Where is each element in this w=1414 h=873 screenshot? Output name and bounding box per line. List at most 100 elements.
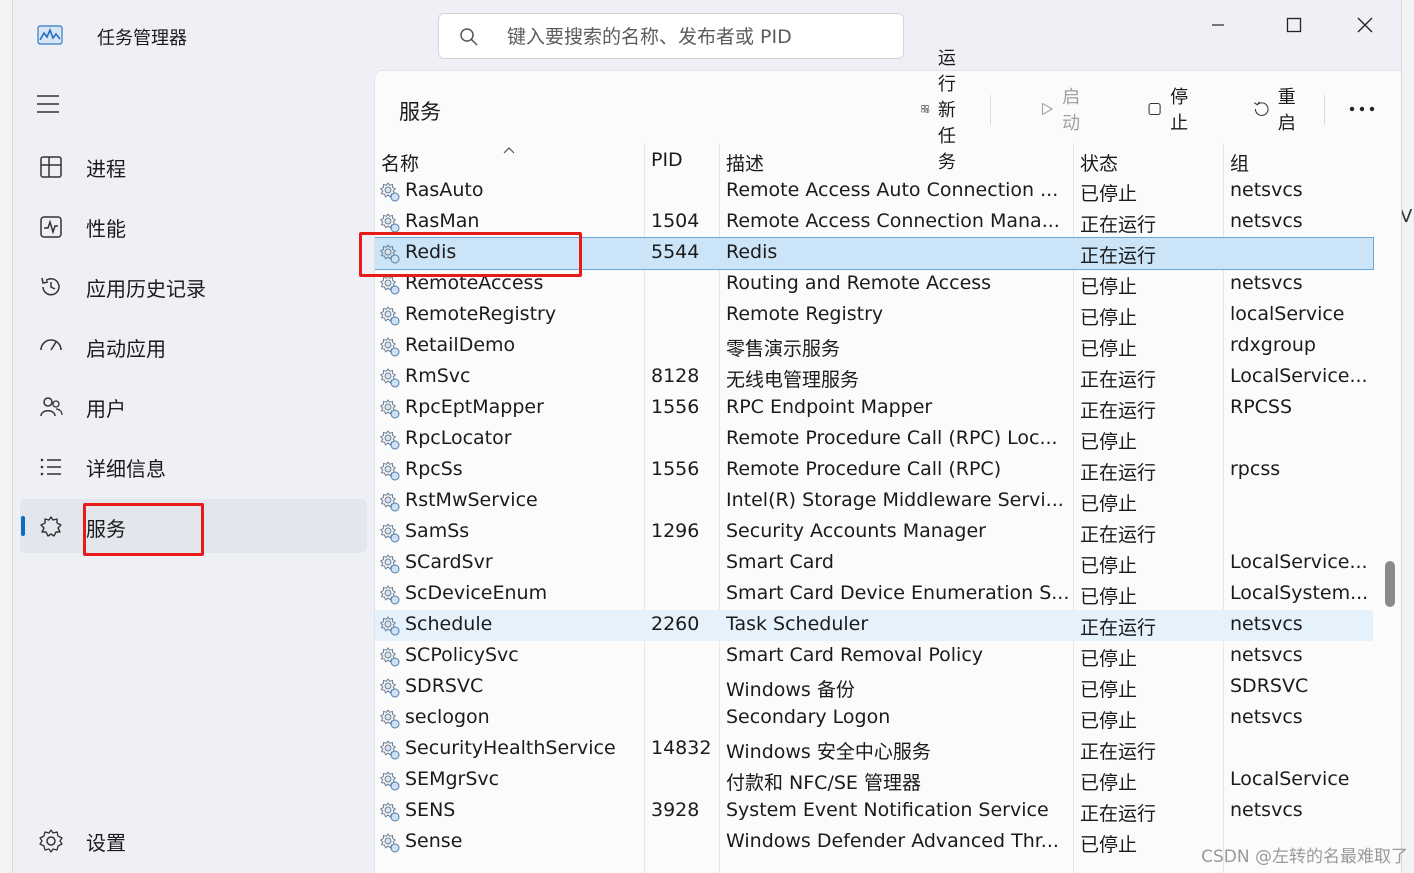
service-pid: 1296 [651, 520, 700, 542]
annotation-box-services [83, 503, 204, 556]
table-row[interactable]: RetailDemo 零售演示服务 已停止 rdxgroup [375, 331, 1373, 362]
service-group: netsvcs [1230, 613, 1303, 635]
service-name: SENS [405, 799, 456, 821]
gear-icon [39, 829, 63, 853]
service-description: 无线电管理服务 [726, 369, 860, 391]
search-input[interactable] [505, 22, 889, 52]
service-status: 正在运行 [1080, 617, 1157, 639]
sidebar-item-label: 启动应用 [86, 337, 166, 361]
stop-button[interactable]: 停止 [1147, 83, 1195, 135]
column-header-description[interactable]: 描述 [726, 149, 764, 176]
table-row[interactable]: SCardSvr Smart Card 已停止 LocalService... [375, 548, 1373, 579]
vertical-scrollbar-thumb[interactable] [1385, 561, 1395, 607]
sidebar-item-processes[interactable]: 进程 [20, 139, 367, 193]
table-row[interactable]: seclogon Secondary Logon 已停止 netsvcs [375, 703, 1373, 734]
service-name: RpcEptMapper [405, 396, 544, 418]
table-row[interactable]: RemoteRegistry Remote Registry 已停止 localSer… [375, 300, 1373, 331]
restart-icon [1254, 101, 1269, 116]
service-description: RPC Endpoint Mapper [726, 396, 933, 418]
service-status: 已停止 [1080, 307, 1138, 329]
service-pid: 1556 [651, 396, 700, 418]
service-name: RpcLocator [405, 427, 512, 449]
service-status: 已停止 [1080, 555, 1138, 577]
service-group: netsvcs [1230, 706, 1303, 728]
search-box[interactable] [438, 13, 904, 59]
service-gear-icon [379, 430, 400, 450]
sidebar-item-settings[interactable]: 设置 [20, 813, 367, 867]
restart-button[interactable]: 重启 [1253, 83, 1303, 135]
table-row[interactable]: SCPolicySvc Smart Card Removal Policy 已停止 n… [375, 641, 1373, 672]
service-status: 已停止 [1080, 431, 1138, 453]
hamburger-menu-icon[interactable] [35, 92, 63, 116]
page-title: 服务 [399, 100, 441, 124]
sidebar-item-startup-apps[interactable]: 启动应用 [20, 319, 367, 373]
task-manager-app-icon [37, 25, 63, 45]
table-row[interactable]: Schedule 2260 Task Scheduler 正在运行 netsvcs [375, 610, 1373, 641]
service-gear-icon [379, 182, 400, 202]
run-new-task-icon [921, 105, 930, 113]
column-header-group[interactable]: 组 [1230, 149, 1249, 176]
table-row[interactable]: SENS 3928 System Event Notification Servic… [375, 796, 1373, 827]
details-icon [40, 458, 61, 476]
sidebar-item-performance[interactable]: 性能 [20, 199, 367, 253]
table-row[interactable]: SDRSVC Windows 备份 已停止 SDRSVC [375, 672, 1373, 703]
service-status: 已停止 [1080, 772, 1138, 794]
title-bar: 任务管理器 [13, 0, 1401, 70]
service-name: ScDeviceEnum [405, 582, 548, 604]
run-new-task-button[interactable]: 运行新任务 [921, 48, 971, 173]
column-header-name[interactable]: 名称 [381, 149, 419, 176]
service-status: 正在运行 [1080, 741, 1157, 763]
service-status: 已停止 [1080, 648, 1138, 670]
table-row[interactable]: RstMwService Intel(R) Storage Middleware … [375, 486, 1373, 517]
service-group: rdxgroup [1230, 334, 1316, 356]
table-row[interactable]: SecurityHealthService 14832 Windows 安全中心服务… [375, 734, 1373, 765]
sidebar-item-app-history[interactable]: 应用历史记录 [20, 259, 367, 313]
minimize-button[interactable] [1195, 10, 1241, 40]
service-description: Smart Card Device Enumeration S... [726, 582, 1070, 604]
service-group: LocalSystem... [1230, 582, 1369, 604]
maximize-button[interactable] [1271, 10, 1317, 40]
table-row[interactable]: SamSs 1296 Security Accounts Manager 正在运行 [375, 517, 1373, 548]
service-name: Sense [405, 830, 463, 852]
table-row[interactable]: RpcLocator Remote Procedure Call (RPC) Lo… [375, 424, 1373, 455]
service-gear-icon [379, 709, 400, 729]
sidebar-item-users[interactable]: 用户 [20, 379, 367, 433]
table-row[interactable]: RpcEptMapper 1556 RPC Endpoint Mapper 正在运行 R… [375, 393, 1373, 424]
service-name: RstMwService [405, 489, 538, 511]
more-options-button[interactable] [1349, 83, 1375, 135]
stop-label: 停止 [1170, 87, 1189, 134]
column-header-pid[interactable]: PID [651, 149, 683, 171]
close-button[interactable] [1342, 10, 1388, 40]
start-button[interactable]: 启动 [1039, 83, 1087, 135]
service-gear-icon [379, 523, 400, 543]
service-status: 正在运行 [1080, 803, 1157, 825]
table-row[interactable]: ScDeviceEnum Smart Card Device Enumeratio… [375, 579, 1373, 610]
service-status: 已停止 [1080, 834, 1138, 856]
service-group: localService [1230, 303, 1345, 325]
service-pid: 14832 [651, 737, 712, 759]
service-group: netsvcs [1230, 272, 1303, 294]
table-row[interactable]: RmSvc 8128 无线电管理服务 正在运行 LocalService... [375, 362, 1373, 393]
users-icon [40, 397, 63, 417]
service-status: 正在运行 [1080, 369, 1157, 391]
service-description: Windows 备份 [726, 679, 855, 701]
window-title: 任务管理器 [97, 28, 187, 49]
sort-ascending-icon [503, 147, 515, 154]
table-row[interactable]: RpcSs 1556 Remote Procedure Call (RPC) 正在运行… [375, 455, 1373, 486]
service-group: rpcss [1230, 458, 1281, 480]
service-description: Smart Card Removal Policy [726, 644, 984, 666]
watermark: CSDN @左转的名最难取了 [1201, 847, 1408, 867]
sidebar-item-details[interactable]: 详细信息 [20, 439, 367, 493]
column-header-status[interactable]: 状态 [1080, 149, 1118, 176]
service-name: SDRSVC [405, 675, 484, 697]
toolbar-divider [990, 95, 991, 125]
table-row[interactable]: RasAuto Remote Access Auto Connection ...… [375, 176, 1373, 207]
settings-label: 设置 [86, 831, 126, 855]
service-name: SamSs [405, 520, 470, 542]
navigation-sidebar: 进程 性能 应用历史记录 启动应用 用户 详细信息 服务 设置 [13, 70, 373, 873]
service-description: Routing and Remote Access [726, 272, 992, 294]
service-status: 已停止 [1080, 710, 1138, 732]
table-row[interactable]: SEMgrSvc 付款和 NFC/SE 管理器 已停止 LocalService [375, 765, 1373, 796]
service-description: Redis [726, 241, 778, 263]
service-pid: 1556 [651, 458, 700, 480]
